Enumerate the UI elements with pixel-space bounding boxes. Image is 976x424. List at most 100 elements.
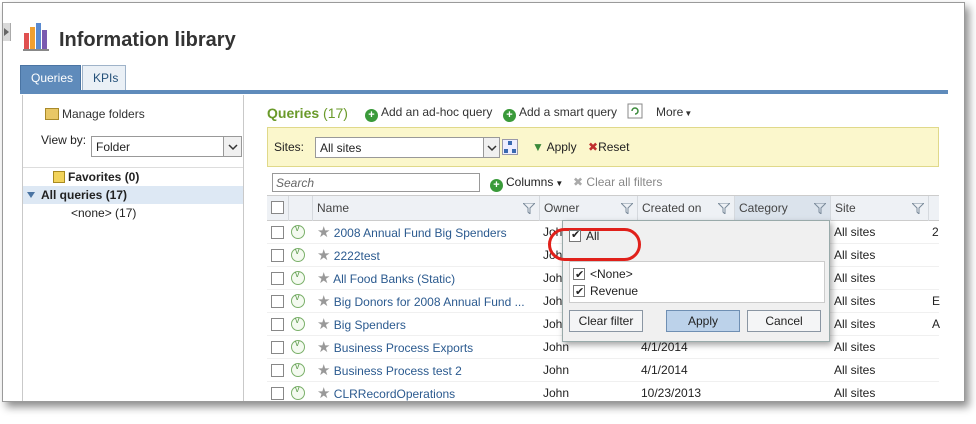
add-icon: + [365, 109, 378, 122]
collapse-handle[interactable] [3, 23, 11, 41]
filter-icon[interactable] [814, 203, 826, 214]
apply-filter-button[interactable]: ▼ Apply [532, 140, 577, 154]
manage-folders-label: Manage folders [62, 107, 145, 121]
favorite-star-icon[interactable]: ★ [317, 293, 330, 310]
column-header-category[interactable]: Category [735, 196, 831, 221]
clear-all-filters-button[interactable]: ✖ Clear all filters [573, 175, 662, 189]
select-all-checkbox[interactable] [271, 201, 284, 214]
query-name-link[interactable]: 2008 Annual Fund Big Spenders [334, 226, 507, 240]
column-header-name[interactable]: Name [313, 196, 540, 221]
table-row[interactable]: ★ CLRRecordOperationsJohn10/23/2013All s… [267, 382, 939, 401]
query-name-cell[interactable]: ★ Business Process Exports [317, 336, 540, 359]
created-on-cell: 10/23/2013 [641, 386, 702, 400]
all-checkbox[interactable] [569, 228, 581, 242]
filter-icon[interactable] [912, 203, 924, 214]
overflow-cell [932, 359, 942, 382]
sites-select[interactable]: All sites [315, 137, 500, 158]
query-name-cell[interactable]: ★ All Food Banks (Static) [317, 267, 540, 290]
filter-clear-icon: ✖ [588, 140, 599, 154]
row-checkbox[interactable] [271, 364, 284, 377]
favorite-star-icon[interactable]: ★ [317, 316, 330, 333]
columns-menu[interactable]: + Columns ▼ [490, 175, 563, 192]
option-checkbox[interactable] [573, 266, 585, 284]
query-name-link[interactable]: Big Donors for 2008 Annual Fund ... [334, 295, 525, 309]
query-name-cell[interactable]: ★ Big Donors for 2008 Annual Fund ... [317, 290, 540, 313]
filter-all-option[interactable]: All [569, 228, 600, 243]
chevron-down-icon[interactable] [223, 137, 241, 156]
tab-underline [20, 90, 948, 94]
row-checkbox[interactable] [271, 295, 284, 308]
manage-folders-link[interactable]: Manage folders [45, 107, 145, 121]
query-name-cell[interactable]: ★ Business Process test 2 [317, 359, 540, 382]
expand-row-icon[interactable] [291, 223, 305, 239]
favorite-star-icon[interactable]: ★ [317, 247, 330, 264]
favorite-star-icon[interactable]: ★ [317, 224, 330, 241]
column-header-site[interactable]: Site [831, 196, 929, 221]
row-checkbox[interactable] [271, 226, 284, 239]
query-name-link[interactable]: Business Process Exports [334, 341, 473, 355]
favorite-star-icon[interactable]: ★ [317, 385, 330, 401]
filter-icon[interactable] [718, 203, 730, 214]
search-input[interactable]: Search [272, 173, 480, 192]
query-name-link[interactable]: Big Spenders [334, 318, 406, 332]
site-hierarchy-icon[interactable] [502, 139, 518, 155]
expand-row-icon[interactable] [291, 292, 305, 308]
add-adhoc-query-button[interactable]: + Add an ad-hoc query [365, 105, 492, 122]
favorite-star-icon[interactable]: ★ [317, 339, 330, 356]
add-smart-query-button[interactable]: + Add a smart query [503, 105, 617, 122]
tree-item-all-queries[interactable]: All queries (17) [23, 186, 243, 204]
query-name-cell[interactable]: ★ CLRRecordOperations [317, 382, 540, 401]
site-cell: All sites [834, 225, 876, 239]
column-header-created-on[interactable]: Created on [638, 196, 735, 221]
expand-triangle-icon[interactable] [27, 192, 35, 198]
view-by-select[interactable]: Folder [91, 136, 242, 157]
favorite-star-icon[interactable]: ★ [317, 362, 330, 379]
site-cell: All sites [834, 386, 876, 400]
expand-row-icon[interactable] [291, 384, 305, 400]
row-checkbox[interactable] [271, 387, 284, 400]
option-checkbox[interactable] [573, 283, 585, 301]
tree-item-none[interactable]: <none> (17) [23, 204, 243, 222]
folder-pane: Manage folders View by: Folder Favorites… [22, 95, 244, 401]
tree-item-favorites[interactable]: Favorites (0) [23, 168, 243, 186]
tab-queries[interactable]: Queries [20, 65, 81, 90]
expand-row-icon[interactable] [291, 269, 305, 285]
row-checkbox[interactable] [271, 272, 284, 285]
column-header-owner[interactable]: Owner [540, 196, 638, 221]
query-name-link[interactable]: All Food Banks (Static) [333, 272, 455, 286]
clear-filter-button[interactable]: Clear filter [569, 310, 643, 332]
filter-clear-icon: ✖ [573, 175, 584, 189]
row-checkbox[interactable] [271, 249, 284, 262]
all-label: All [586, 229, 600, 243]
folder-tree: Favorites (0) All queries (17) <none> (1… [23, 167, 243, 222]
query-name-link[interactable]: Business Process test 2 [334, 364, 462, 378]
filter-option-none[interactable]: <None> [573, 265, 633, 284]
row-checkbox[interactable] [271, 318, 284, 331]
row-checkbox[interactable] [271, 341, 284, 354]
expand-row-icon[interactable] [291, 315, 305, 331]
query-name-cell[interactable]: ★ 2222test [317, 244, 540, 267]
expand-row-icon[interactable] [291, 361, 305, 377]
query-name-cell[interactable]: ★ 2008 Annual Fund Big Spenders [317, 221, 540, 244]
filter-icon[interactable] [523, 203, 535, 214]
filter-icon[interactable] [621, 203, 633, 214]
apply-button[interactable]: Apply [666, 310, 740, 332]
table-row[interactable]: ★ Business Process test 2John4/1/2014All… [267, 359, 939, 382]
expand-col-header [289, 196, 313, 221]
owner-cell: John [543, 363, 570, 377]
chevron-down-icon[interactable] [483, 138, 499, 157]
refresh-button[interactable] [627, 103, 643, 122]
overflow-cell: A [932, 317, 941, 331]
query-name-link[interactable]: 2222test [334, 249, 380, 263]
query-name-cell[interactable]: ★ Big Spenders [317, 313, 540, 336]
reset-filter-button[interactable]: ✖Reset [588, 140, 629, 154]
site-cell: All sites [834, 340, 876, 354]
expand-row-icon[interactable] [291, 246, 305, 262]
expand-row-icon[interactable] [291, 338, 305, 354]
query-name-link[interactable]: CLRRecordOperations [334, 387, 455, 401]
more-menu[interactable]: More▼ [656, 105, 692, 119]
tab-kpis[interactable]: KPIs [82, 65, 126, 90]
favorite-star-icon[interactable]: ★ [317, 270, 330, 287]
cancel-button[interactable]: Cancel [747, 310, 821, 332]
filter-option-revenue[interactable]: Revenue [573, 282, 638, 301]
